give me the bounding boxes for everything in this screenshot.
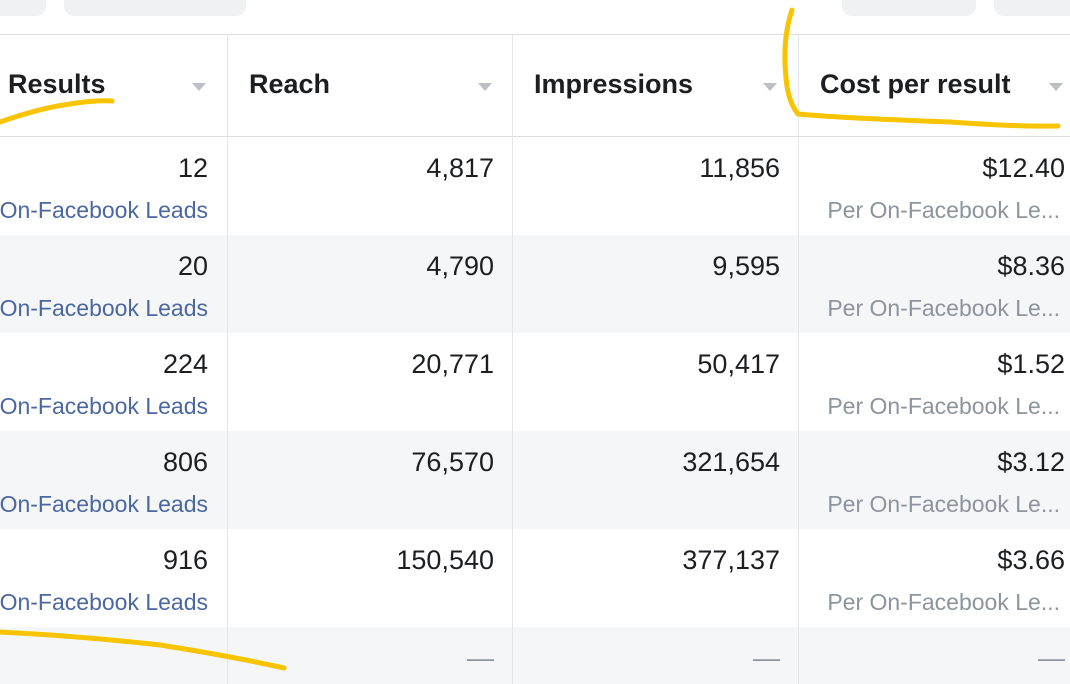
sort-caret-down-icon[interactable] [478, 83, 492, 91]
results-value: 224 [162, 349, 208, 379]
toolbar-strip [0, 0, 1070, 34]
toolbar-control[interactable] [994, 0, 1070, 16]
column-divider[interactable] [798, 35, 799, 684]
column-header-results[interactable]: Results [0, 35, 227, 136]
cost-per-result-unit: Per On-Facebook Le... [827, 393, 1060, 419]
results-value: 916 [162, 545, 208, 575]
impressions-value: 377,137 [682, 545, 780, 575]
cost-per-result-unit: Per On-Facebook Le... [827, 589, 1060, 615]
sort-caret-down-icon[interactable] [1049, 83, 1063, 91]
reach-total: — [467, 643, 494, 673]
impressions-value: 9,595 [712, 251, 780, 281]
results-type-link[interactable]: On-Facebook Leads [0, 491, 208, 518]
cost-per-result-value: $8.36 [997, 251, 1065, 281]
cost-per-result-unit: Per On-Facebook Le... [827, 295, 1060, 321]
results-type-link[interactable]: On-Facebook Leads [0, 197, 208, 224]
reach-value: 4,817 [426, 153, 494, 183]
column-divider[interactable] [227, 35, 228, 684]
reach-value: 150,540 [396, 545, 494, 575]
campaign-results-table: Results Reach Impressions Cost per resul… [0, 34, 1070, 684]
table-row[interactable]: 20 On-Facebook Leads 4,790 9,595 $8.36 P… [0, 235, 1070, 333]
table-totals-row: — — — [0, 627, 1070, 684]
cost-per-result-value: $1.52 [997, 349, 1065, 379]
cost-per-result-value: $3.12 [997, 447, 1065, 477]
reach-value: 4,790 [426, 251, 494, 281]
results-value: 12 [177, 153, 208, 183]
results-type-link[interactable]: On-Facebook Leads [0, 393, 208, 420]
column-header-impressions[interactable]: Impressions [513, 35, 798, 136]
table-row[interactable]: 916 On-Facebook Leads 150,540 377,137 $3… [0, 529, 1070, 627]
column-header-label: Cost per result [820, 69, 1011, 99]
column-header-cost-per-result[interactable]: Cost per result [799, 35, 1070, 136]
table-row[interactable]: 12 On-Facebook Leads 4,817 11,856 $12.40… [0, 137, 1070, 235]
results-type-link[interactable]: On-Facebook Leads [0, 295, 208, 322]
sort-caret-down-icon[interactable] [192, 83, 206, 91]
reach-value: 20,771 [411, 349, 494, 379]
toolbar-control[interactable] [64, 0, 246, 16]
column-header-label: Impressions [534, 69, 694, 99]
impressions-value: 321,654 [682, 447, 780, 477]
results-value: 806 [162, 447, 208, 477]
sort-caret-down-icon[interactable] [763, 83, 777, 91]
column-divider[interactable] [512, 35, 513, 684]
impressions-total: — [753, 643, 780, 673]
reach-value: 76,570 [411, 447, 494, 477]
cost-per-result-unit: Per On-Facebook Le... [827, 491, 1060, 517]
cost-per-result-unit: Per On-Facebook Le... [827, 197, 1060, 223]
results-type-link[interactable]: On-Facebook Leads [0, 589, 208, 616]
ads-manager-table-view: Results Reach Impressions Cost per resul… [0, 0, 1070, 684]
table-row[interactable]: 224 On-Facebook Leads 20,771 50,417 $1.5… [0, 333, 1070, 431]
cost-per-result-value: $12.40 [982, 153, 1065, 183]
table-row[interactable]: 806 On-Facebook Leads 76,570 321,654 $3.… [0, 431, 1070, 529]
cost-per-result-value: $3.66 [997, 545, 1065, 575]
toolbar-control[interactable] [0, 0, 46, 16]
column-header-label: Reach [249, 69, 331, 99]
column-header-reach[interactable]: Reach [228, 35, 512, 136]
toolbar-control[interactable] [842, 0, 976, 16]
table-header: Results Reach Impressions Cost per resul… [0, 35, 1070, 137]
cost-per-result-total: — [1038, 643, 1065, 673]
column-header-label: Results [8, 69, 106, 99]
impressions-value: 11,856 [699, 153, 780, 183]
results-value: 20 [177, 251, 208, 281]
impressions-value: 50,417 [697, 349, 780, 379]
